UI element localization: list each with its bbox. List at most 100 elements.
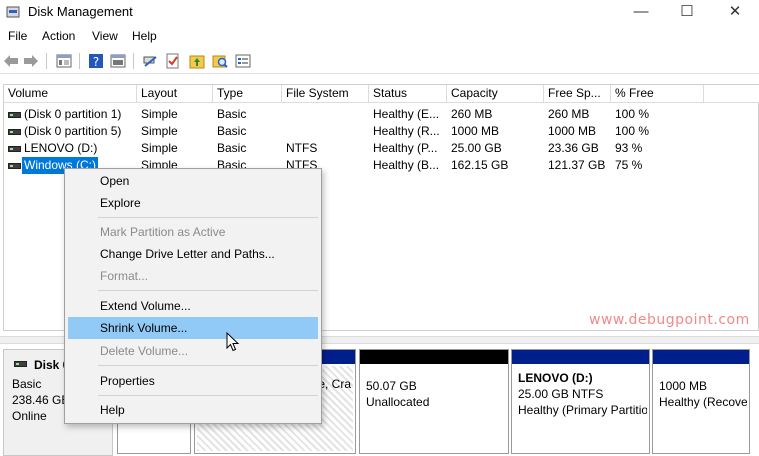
cell-capacity: 260 MB (451, 107, 493, 121)
cell-volume: (Disk 0 partition 1) (24, 107, 122, 121)
partition-recovery[interactable]: 1000 MB Healthy (Recove (652, 349, 750, 454)
partition-header (360, 350, 508, 364)
properties-icon[interactable] (234, 52, 252, 70)
up-folder-icon[interactable] (188, 52, 206, 70)
column-header-volume[interactable]: Volume (4, 85, 137, 103)
column-header-layout[interactable]: Layout (137, 85, 213, 103)
partition-size: 25.00 GB NTFS (518, 387, 604, 401)
cell-capacity: 25.00 GB (451, 141, 502, 155)
minimize-button[interactable]: — (618, 0, 664, 22)
menu-action[interactable]: Action (42, 29, 75, 43)
menu-view[interactable]: View (92, 29, 118, 43)
menu-separator (98, 365, 318, 366)
context-menu: Open Explore Mark Partition as Active Ch… (64, 168, 322, 424)
list-header: Volume Layout Type File System Status Ca… (4, 85, 759, 103)
column-header-type[interactable]: Type (213, 85, 282, 103)
menu-item-format: Format... (100, 269, 149, 283)
close-button[interactable]: ✕ (712, 0, 758, 22)
table-row[interactable]: LENOVO (D:) Simple Basic NTFS Healthy (P… (4, 140, 759, 157)
partition-body: LENOVO (D:) 25.00 GB NTFS Healthy (Prima… (516, 368, 647, 451)
partition-status: Healthy (Primary Partitio (518, 403, 647, 417)
partition-unallocated[interactable]: 50.07 GB Unallocated (359, 349, 509, 454)
help-icon[interactable]: ? (87, 52, 105, 70)
drive-icon (8, 112, 21, 118)
cell-layout: Simple (141, 107, 178, 121)
menu-item-help[interactable]: Help (68, 399, 318, 421)
cell-percent-free: 100 % (615, 124, 650, 138)
back-arrow-icon[interactable] (2, 52, 20, 70)
disk-management-icon (6, 6, 20, 18)
partition-size: 1000 MB (659, 379, 708, 393)
cell-layout: Simple (141, 124, 178, 138)
cell-layout: Simple (141, 141, 178, 155)
cell-status: Healthy (R... (373, 124, 440, 138)
checklist-icon[interactable] (164, 52, 182, 70)
drive-icon (8, 129, 21, 135)
disk-status: Online (12, 409, 47, 423)
menu-separator (98, 217, 318, 218)
menu-item-extend-volume[interactable]: Extend Volume... (68, 295, 318, 317)
cell-volume: LENOVO (D:) (24, 141, 98, 155)
toolbar-separator (133, 53, 134, 69)
partition-header (512, 350, 649, 364)
cell-percent-free: 93 % (615, 141, 643, 155)
menu-file[interactable]: File (8, 29, 27, 43)
cell-volume: (Disk 0 partition 5) (24, 124, 122, 138)
watermark: www.debugpoint.com (589, 312, 750, 328)
cell-capacity: 162.15 GB (451, 158, 509, 172)
menu-item-explore[interactable]: Explore (68, 192, 318, 214)
menu-item-change-drive-letter[interactable]: Change Drive Letter and Paths... (68, 243, 318, 265)
cell-status: Healthy (E... (373, 107, 440, 121)
search-folder-icon[interactable] (211, 52, 229, 70)
window-title: Disk Management (28, 4, 133, 19)
title-bar: Disk Management — ☐ ✕ (0, 0, 759, 26)
menu-item-delete-volume: Delete Volume... (100, 344, 189, 358)
column-header-status[interactable]: Status (369, 85, 447, 103)
menu-item-properties[interactable]: Properties (68, 370, 318, 392)
menu-bar: File Action View Help (0, 28, 759, 46)
cell-type: Basic (217, 107, 247, 121)
partition-size: 50.07 GB (366, 379, 417, 393)
table-row[interactable]: (Disk 0 partition 1) Simple Basic Health… (4, 106, 759, 123)
menu-separator (98, 395, 318, 396)
view-icon[interactable] (109, 52, 127, 70)
cell-type: Basic (217, 124, 247, 138)
partition-title: LENOVO (D:) (518, 371, 593, 385)
cell-free-space: 1000 MB (548, 124, 597, 138)
cell-status: Healthy (B... (373, 158, 440, 172)
cell-free-space: 23.36 GB (548, 141, 599, 155)
connect-icon[interactable] (141, 52, 159, 70)
disk-type: Basic (12, 377, 42, 391)
column-header-file-system[interactable]: File System (282, 85, 369, 103)
menu-item-shrink-volume[interactable]: Shrink Volume... (68, 317, 318, 339)
maximize-button[interactable]: ☐ (664, 0, 710, 22)
drive-icon (8, 146, 21, 152)
table-row[interactable]: (Disk 0 partition 5) Simple Basic Health… (4, 123, 759, 140)
cell-type: Basic (217, 141, 247, 155)
cell-status: Healthy (P... (373, 141, 438, 155)
disk-list-icon[interactable] (55, 52, 73, 70)
menu-item-open[interactable]: Open (68, 170, 318, 192)
partition-header (653, 350, 749, 364)
menu-help[interactable]: Help (132, 29, 157, 43)
cell-percent-free: 100 % (615, 107, 650, 121)
toolbar: ? (0, 48, 759, 74)
cell-percent-free: 75 % (615, 158, 643, 172)
cell-file-system: NTFS (286, 141, 318, 155)
drive-icon (8, 163, 21, 169)
menu-separator (98, 290, 318, 291)
toolbar-separator (46, 53, 47, 69)
partition-status: Healthy (Recove (659, 395, 747, 409)
disk-size: 238.46 GB (12, 393, 70, 407)
partition-body: 1000 MB Healthy (Recove (657, 368, 747, 451)
drive-icon (14, 361, 27, 367)
column-header-percent-free[interactable]: % Free (611, 85, 704, 103)
column-header-free-space[interactable]: Free Sp... (544, 85, 611, 103)
column-header-capacity[interactable]: Capacity (447, 85, 544, 103)
partition-body: 50.07 GB Unallocated (364, 368, 506, 451)
forward-arrow-icon[interactable] (22, 52, 40, 70)
partition-lenovo[interactable]: LENOVO (D:) 25.00 GB NTFS Healthy (Prima… (511, 349, 650, 454)
partition-status: Unallocated (366, 395, 430, 409)
cell-free-space: 121.37 GB (548, 158, 606, 172)
menu-item-mark-partition-active: Mark Partition as Active (100, 225, 226, 239)
